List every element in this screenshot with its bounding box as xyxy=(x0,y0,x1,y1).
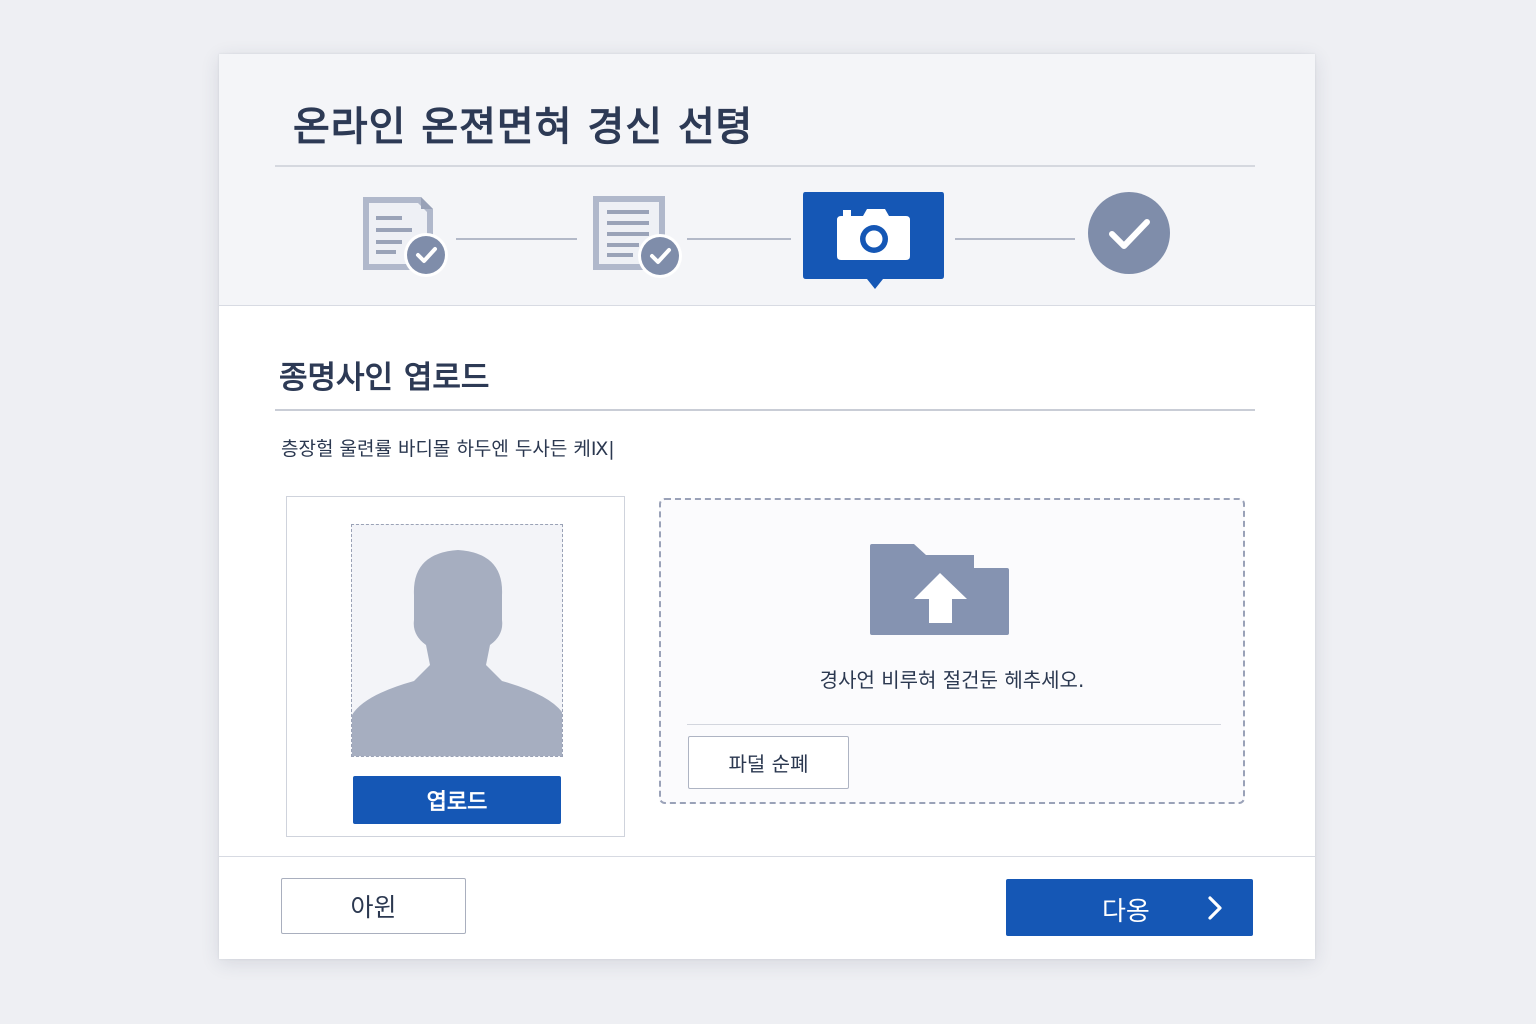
step-connector xyxy=(456,238,577,240)
next-button-label: 다옹 xyxy=(1102,897,1150,927)
chevron-right-icon xyxy=(1206,895,1224,925)
folder-upload-icon xyxy=(870,544,1010,640)
select-file-button[interactable]: 파덜 순폐 xyxy=(688,736,849,789)
upload-button[interactable]: 엽로드 xyxy=(353,776,561,824)
step-1-completed xyxy=(359,192,451,282)
camera-icon xyxy=(803,192,944,289)
step-2-completed xyxy=(589,192,685,282)
license-renewal-card: 온라인 온젼면혀 경신 선텽 종명사인 엽로드 층장헐 울련률 바디몰 하두엔 … xyxy=(219,54,1315,959)
photo-panel: 엽로드 xyxy=(286,496,625,837)
step-connector xyxy=(955,238,1075,240)
section-title: 종명사인 엽로드 xyxy=(279,360,490,396)
photo-frame xyxy=(351,524,563,757)
back-button[interactable]: 아윈 xyxy=(281,878,466,934)
person-silhouette-icon xyxy=(352,550,562,756)
check-icon xyxy=(1088,192,1170,274)
document-check-icon xyxy=(363,197,448,277)
section-divider xyxy=(275,409,1255,411)
drop-zone-divider xyxy=(687,724,1221,725)
drop-zone-text: 경사언 비루혀 절건둔 헤추세오. xyxy=(819,668,1085,692)
footer-divider xyxy=(219,856,1315,857)
next-button[interactable]: 다옹 xyxy=(1006,879,1253,936)
header-divider xyxy=(275,165,1255,167)
step-connector xyxy=(687,238,791,240)
instruction-text: 층장헐 울련률 바디몰 하두엔 두사든 케Ⅸ| xyxy=(281,438,615,460)
step-3-current xyxy=(803,192,944,292)
page-title: 온라인 온젼면혀 경신 선텽 xyxy=(293,104,754,150)
document-check-icon xyxy=(593,196,682,278)
file-drop-zone[interactable]: 경사언 비루혀 절건둔 헤추세오. 파덜 순폐 xyxy=(659,498,1245,804)
card-header: 온라인 온젼면혀 경신 선텽 xyxy=(219,54,1315,306)
step-4-pending xyxy=(1087,191,1171,275)
